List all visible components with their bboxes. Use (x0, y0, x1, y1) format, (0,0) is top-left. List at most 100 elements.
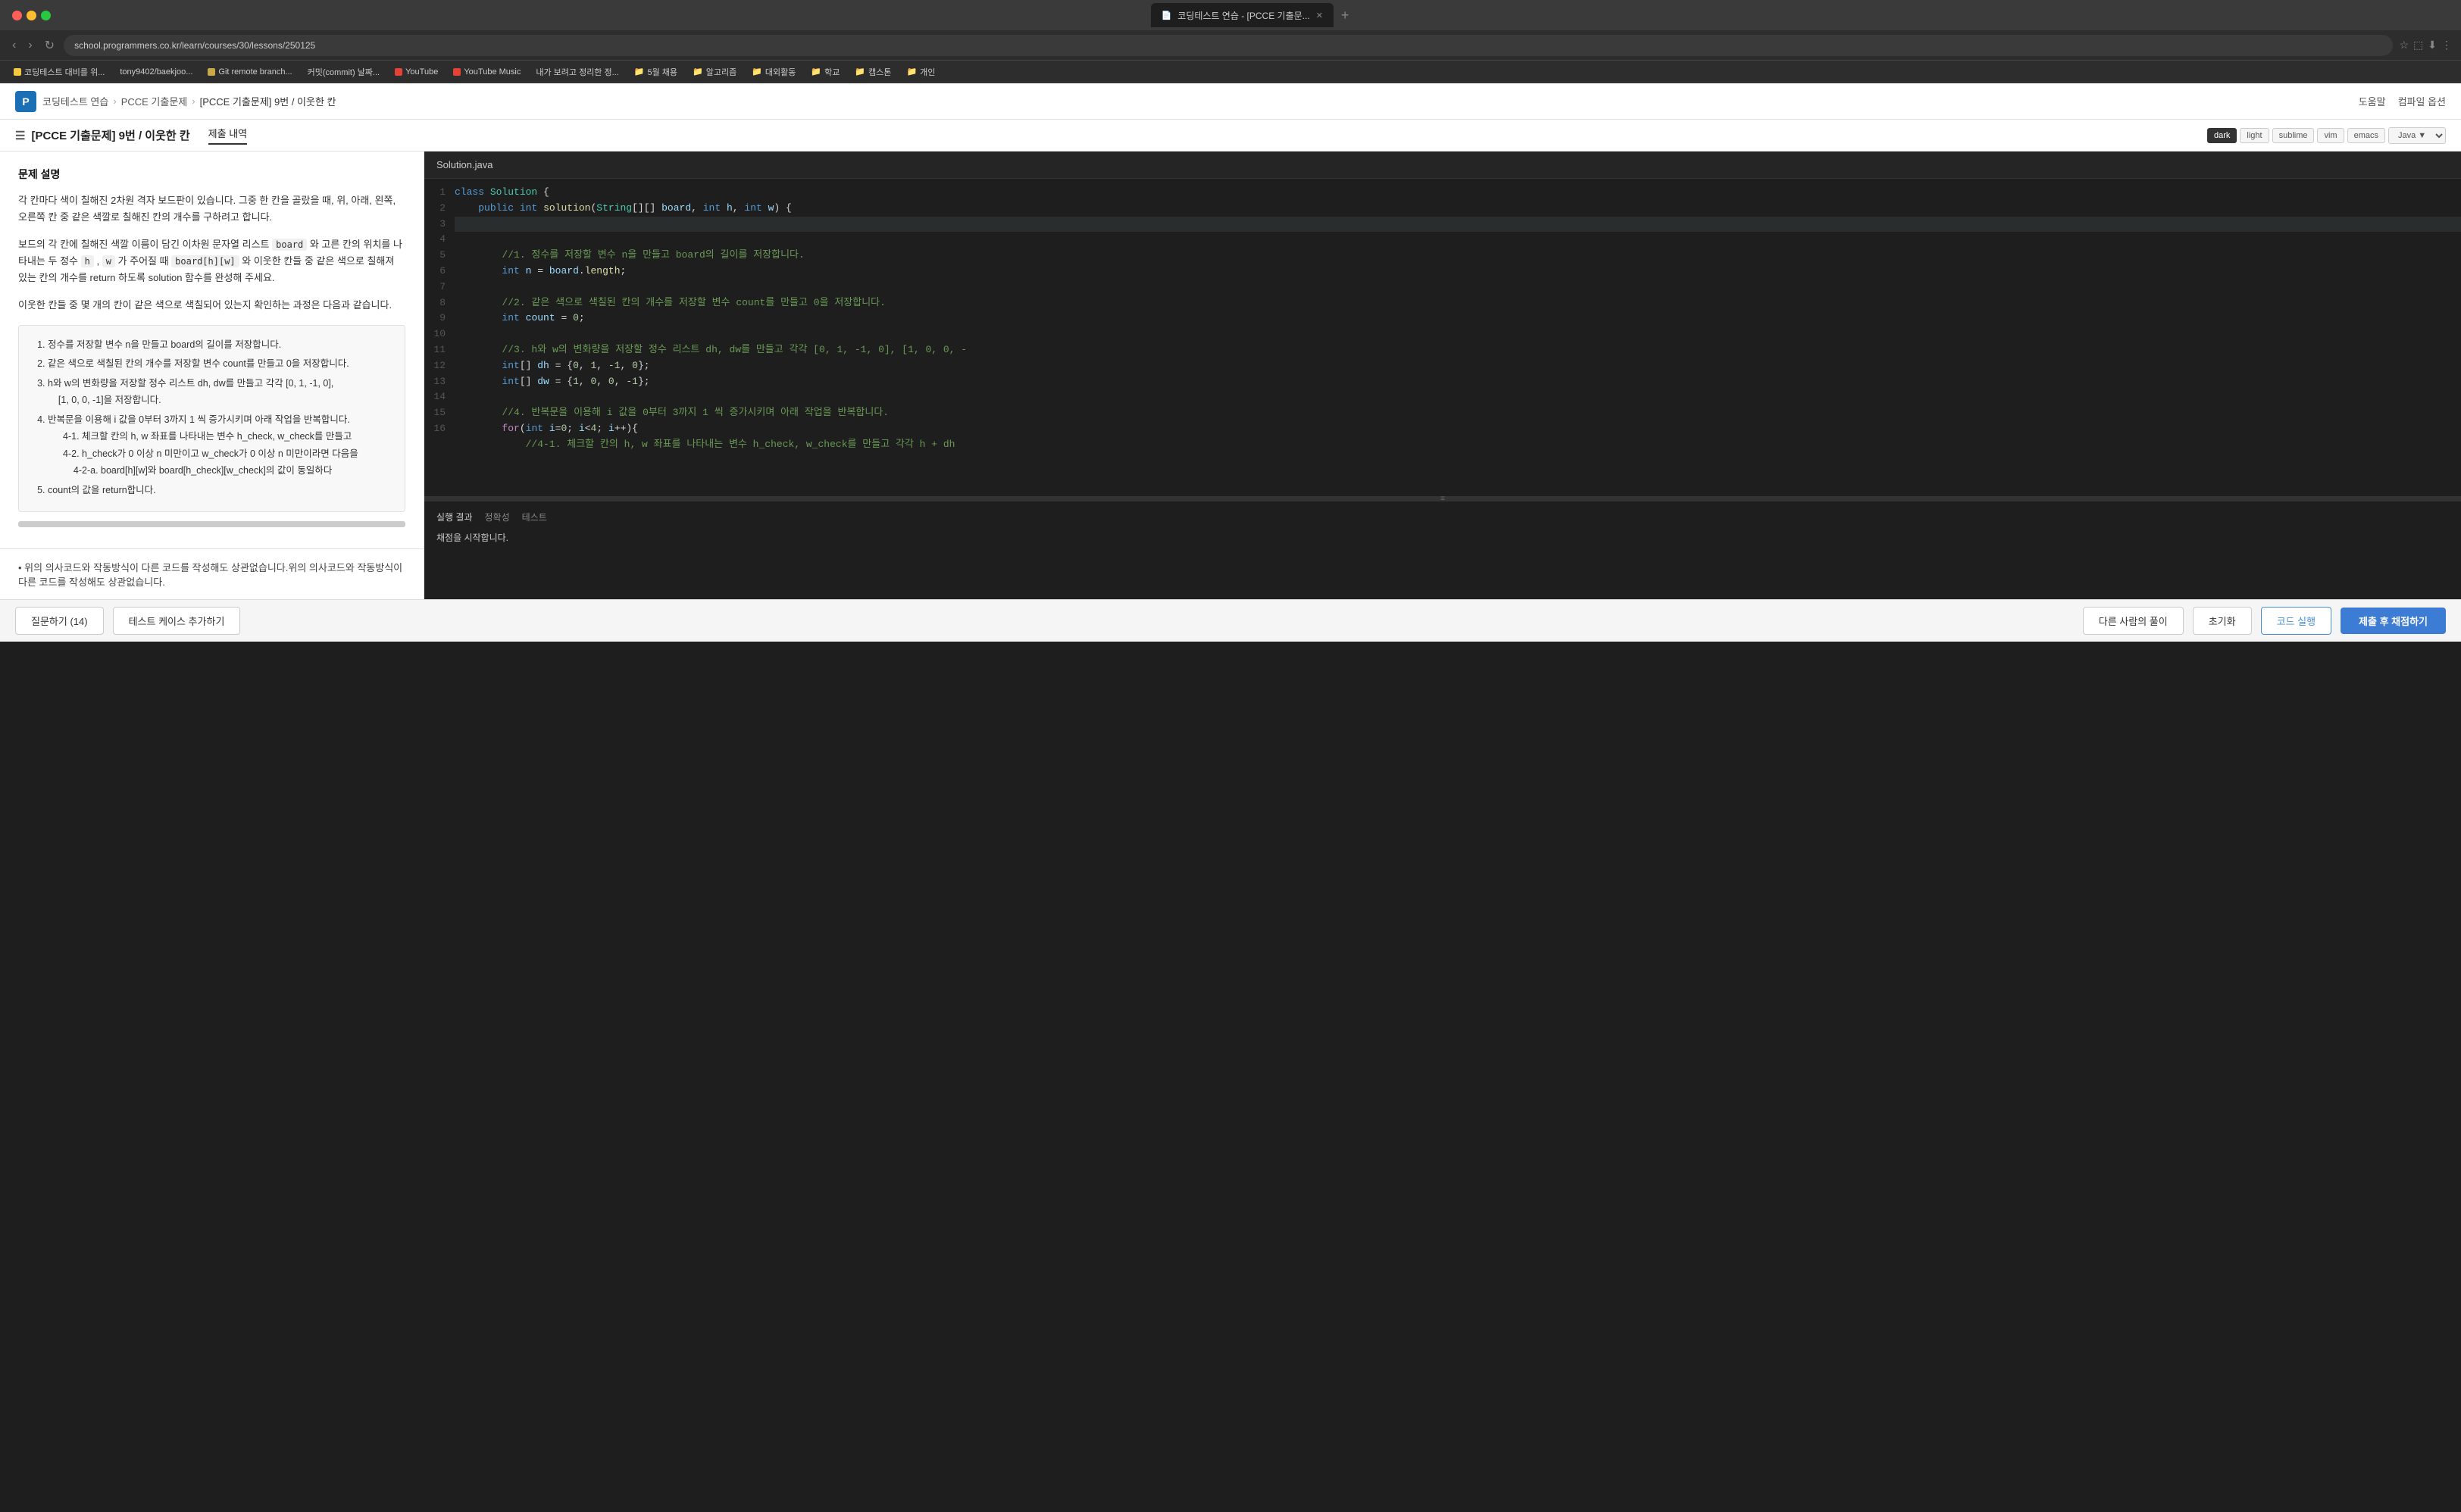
breadcrumb-item[interactable]: PCCE 기출문제 (121, 94, 188, 108)
results-panel: 실행 결과 정확성 테스트 채점을 시작합니다. (424, 501, 2461, 599)
bookmark-label: 대외활동 (765, 66, 796, 78)
bookmark-label: 내가 보려고 정리한 정... (536, 66, 618, 78)
title-icon: ☰ (15, 129, 25, 142)
theme-light-button[interactable]: light (2240, 128, 2269, 143)
bookmark-item[interactable]: tony9402/baekjoo... (115, 66, 197, 78)
pseudocode-list: 정수를 저장할 변수 n을 만들고 board의 길이를 저장합니다. 같은 색… (33, 336, 391, 499)
bookmark-item[interactable]: 내가 보려고 정리한 정... (531, 64, 623, 80)
bookmark-label: 캡스톤 (868, 66, 891, 78)
other-solutions-button[interactable]: 다른 사람의 풀이 (2083, 607, 2184, 635)
code-pre: class Solution { public int solution(Str… (455, 185, 2461, 453)
theme-vim-button[interactable]: vim (2317, 128, 2344, 143)
results-tab-accuracy[interactable]: 정확성 (485, 511, 510, 523)
browser-tab[interactable]: 📄 코딩테스트 연습 - [PCCE 기출문... ✕ (1151, 3, 1334, 27)
results-status: 채점을 시작합니다. (436, 531, 2449, 544)
results-tab-test[interactable]: 테스트 (522, 511, 547, 523)
breadcrumb: 코딩테스트 연습 › PCCE 기출문제 › [PCCE 기출문제] 9번 / … (42, 94, 336, 108)
note-text: • 위의 의사코드와 작동방식이 다른 코드를 작성해도 상관없습니다.위의 의… (18, 560, 405, 589)
app-header: P 코딩테스트 연습 › PCCE 기출문제 › [PCCE 기출문제] 9번 … (0, 83, 2461, 120)
submit-button[interactable]: 제출 후 채점하기 (2341, 608, 2446, 634)
bookmark-item[interactable]: 📁 학교 (806, 64, 844, 80)
browser-chrome: 📄 코딩테스트 연습 - [PCCE 기출문... ✕ + ‹ › ↻ ☆ ⬚ … (0, 0, 2461, 83)
maximize-button[interactable] (41, 11, 51, 20)
folder-icon: 📁 (634, 67, 645, 77)
left-panel: 문제 설명 각 칸마다 색이 칠해진 2차원 격자 보드판이 있습니다. 그중 … (0, 152, 424, 599)
bookmark-label: 코딩테스트 대비를 위... (24, 66, 105, 78)
bookmark-label: 학교 (824, 66, 840, 78)
run-code-button[interactable]: 코드 실행 (2261, 607, 2331, 635)
bookmark-item[interactable]: 📁 알고리즘 (688, 64, 741, 80)
compile-options-link[interactable]: 컴파일 옵션 (2398, 94, 2446, 108)
url-input[interactable] (64, 35, 2393, 56)
theme-dark-button[interactable]: dark (2207, 128, 2237, 143)
reload-button[interactable]: ↻ (42, 35, 58, 56)
folder-icon: 📁 (906, 67, 917, 77)
pseudocode-item: 반복문을 이용해 i 값을 0부터 3까지 1 씩 증가시키며 아래 작업을 반… (48, 411, 391, 480)
results-label: 실행 결과 (436, 511, 473, 523)
bottom-bar: 질문하기 (14) 테스트 케이스 추가하기 다른 사람의 풀이 초기화 코드 … (0, 599, 2461, 642)
editor-header: Solution.java (424, 152, 2461, 179)
back-button[interactable]: ‹ (9, 36, 19, 55)
inline-code: h (81, 255, 94, 267)
breadcrumb-item[interactable]: 코딩테스트 연습 (42, 94, 108, 108)
editor-body: 12345678910111213141516 class Solution {… (424, 179, 2461, 599)
bookmark-item[interactable]: YouTube Music (449, 66, 525, 78)
bookmark-label: 커밋(commit) 날짜... (308, 66, 380, 78)
screenshot-icon[interactable]: ⬚ (2413, 39, 2423, 52)
folder-icon: 📁 (752, 67, 762, 77)
folder-icon: 📁 (855, 67, 865, 77)
ask-question-button[interactable]: 질문하기 (14) (15, 607, 104, 635)
results-tabs: 실행 결과 정확성 테스트 (436, 511, 2449, 523)
menu-icon[interactable]: ⋮ (2441, 39, 2452, 52)
download-icon[interactable]: ⬇ (2428, 39, 2437, 52)
traffic-lights (12, 11, 51, 20)
bookmark-item[interactable]: 📁 캡스톤 (850, 64, 896, 80)
bookmark-item[interactable]: 📁 대외활동 (747, 64, 800, 80)
bookmark-item[interactable]: 코딩테스트 대비를 위... (9, 64, 109, 80)
tab-title: 코딩테스트 연습 - [PCCE 기출문... (1177, 9, 1309, 22)
breadcrumb-separator: › (192, 95, 195, 107)
close-button[interactable] (12, 11, 22, 20)
bookmark-favicon (14, 68, 21, 76)
new-tab-button[interactable]: + (1335, 8, 1356, 23)
bookmark-item[interactable]: Git remote branch... (203, 66, 296, 78)
bookmark-label: YouTube Music (464, 67, 521, 77)
code-area[interactable]: 12345678910111213141516 class Solution {… (424, 179, 2461, 496)
problem-title-bar: ☰ [PCCE 기출문제] 9번 / 이웃한 칸 제출 내역 dark ligh… (0, 120, 2461, 152)
language-selector[interactable]: Java ▼ (2388, 127, 2446, 144)
pseudocode-item: h와 w의 변화량을 저장할 정수 리스트 dh, dw를 만들고 각각 [0,… (48, 375, 391, 409)
bookmark-item[interactable]: YouTube (390, 66, 442, 78)
bookmark-item[interactable]: 커밋(commit) 날짜... (303, 64, 384, 80)
bookmark-favicon (208, 68, 215, 76)
bookmark-item[interactable]: 📁 개인 (902, 64, 940, 80)
add-testcase-button[interactable]: 테스트 케이스 추가하기 (113, 607, 241, 635)
bookmark-star[interactable]: ☆ (2399, 39, 2409, 52)
problem-description-2: 보드의 각 칸에 칠해진 색깔 이름이 담긴 이차원 문자열 리스트 board… (18, 236, 405, 286)
title-bar: 📄 코딩테스트 연습 - [PCCE 기출문... ✕ + (0, 0, 2461, 30)
code-lines: 12345678910111213141516 class Solution {… (424, 179, 2461, 496)
tab-close-button[interactable]: ✕ (1316, 11, 1323, 20)
bookmark-item[interactable]: 📁 5월 채용 (630, 64, 682, 80)
folder-icon: 📁 (693, 67, 703, 77)
problem-title: ☰ [PCCE 기출문제] 9번 / 이웃한 칸 (15, 127, 190, 143)
section-title: 문제 설명 (18, 167, 405, 182)
scroll-indicator (18, 521, 405, 527)
problem-description-3: 이웃한 칸들 중 몇 개의 칸이 같은 색으로 색칠되어 있는지 확인하는 과정… (18, 297, 405, 314)
editor-filename: Solution.java (436, 159, 493, 170)
forward-button[interactable]: › (25, 36, 35, 55)
header-actions: 도움말 컴파일 옵션 (2359, 94, 2446, 108)
bookmark-label: YouTube (405, 67, 438, 77)
pseudocode-item: 같은 색으로 색칠된 칸의 개수를 저장할 변수 count를 만들고 0을 저… (48, 355, 391, 373)
theme-emacs-button[interactable]: emacs (2347, 128, 2385, 143)
code-content[interactable]: class Solution { public int solution(Str… (455, 179, 2461, 496)
minimize-button[interactable] (27, 11, 36, 20)
tab-submission-history[interactable]: 제출 내역 (208, 126, 247, 145)
help-link[interactable]: 도움말 (2359, 94, 2386, 108)
theme-sublime-button[interactable]: sublime (2272, 128, 2315, 143)
reset-button[interactable]: 초기화 (2193, 607, 2252, 635)
pseudocode-item: 정수를 저장할 변수 n을 만들고 board의 길이를 저장합니다. (48, 336, 391, 354)
problem-title-text: [PCCE 기출문제] 9번 / 이웃한 칸 (31, 127, 189, 143)
inline-code: board[h][w] (171, 255, 239, 267)
inline-code: board (272, 239, 307, 251)
bookmark-favicon (453, 68, 461, 76)
